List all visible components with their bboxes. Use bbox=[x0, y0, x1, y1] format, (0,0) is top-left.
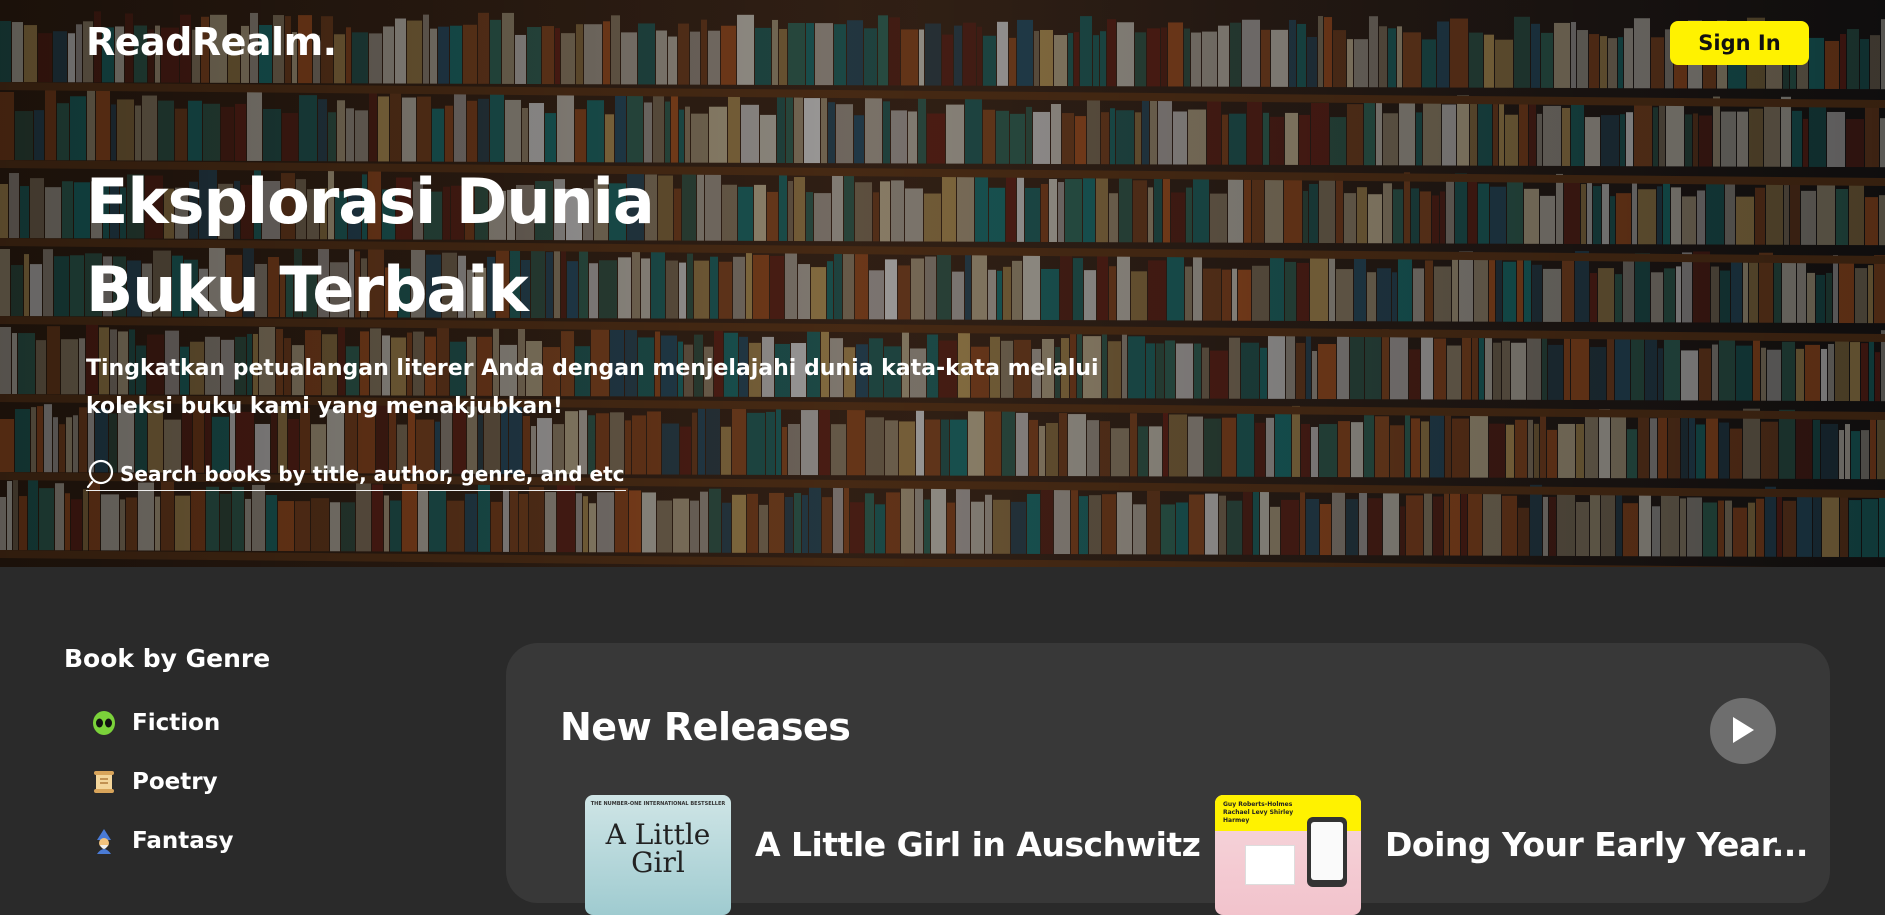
book-title: Doing Your Early Year... bbox=[1385, 825, 1808, 864]
mage-icon bbox=[90, 827, 118, 855]
genre-label: Fiction bbox=[132, 709, 221, 736]
cover-text: THE NUMBER-ONE INTERNATIONAL BESTSELLER bbox=[590, 801, 726, 807]
genre-item-fantasy[interactable]: Fantasy bbox=[64, 811, 444, 870]
genre-item-poetry[interactable]: Poetry bbox=[64, 752, 444, 811]
hero-subtitle: Tingkatkan petualangan literer Anda deng… bbox=[86, 350, 1136, 426]
book-cover: THE NUMBER-ONE INTERNATIONAL BESTSELLER … bbox=[585, 795, 731, 915]
hero-title: Eksplorasi Dunia Buku Terbaik bbox=[86, 158, 786, 334]
book-card[interactable]: THE NUMBER-ONE INTERNATIONAL BESTSELLER … bbox=[585, 795, 1201, 915]
cover-title: A Little Girl bbox=[605, 818, 711, 879]
genre-label: Fantasy bbox=[132, 827, 234, 854]
hero-title-line: Eksplorasi Dunia bbox=[86, 165, 655, 238]
hero-title-line: Buku Terbaik bbox=[86, 253, 529, 326]
cover-text: Guy Roberts-Holmes Rachael Levy Shirley … bbox=[1223, 801, 1294, 824]
genre-item-fiction[interactable]: Fiction bbox=[64, 693, 444, 752]
search-icon[interactable] bbox=[86, 458, 118, 490]
genre-sidebar: Book by Genre Fiction Poetry Fantasy bbox=[64, 644, 444, 870]
search-input[interactable] bbox=[120, 461, 626, 486]
play-button[interactable] bbox=[1710, 698, 1776, 764]
book-title: A Little Girl in Auschwitz bbox=[755, 825, 1201, 864]
book-card[interactable]: Guy Roberts-Holmes Rachael Levy Shirley … bbox=[1215, 795, 1808, 915]
logo[interactable]: ReadRealm. bbox=[86, 20, 337, 64]
search-bar bbox=[86, 457, 626, 491]
hero-subtitle-line: Tingkatkan petualangan literer Anda deng… bbox=[86, 356, 1099, 381]
sign-in-button[interactable]: Sign In bbox=[1670, 21, 1809, 65]
hero-subtitle-line: koleksi buku kami yang menakjubkan! bbox=[86, 394, 563, 419]
section-title: New Releases bbox=[560, 705, 851, 749]
sidebar-title: Book by Genre bbox=[64, 644, 271, 673]
play-icon bbox=[1730, 716, 1756, 747]
genre-label: Poetry bbox=[132, 768, 218, 795]
alien-icon bbox=[90, 709, 118, 737]
book-cover: Guy Roberts-Holmes Rachael Levy Shirley … bbox=[1215, 795, 1361, 915]
hero-section: ReadRealm. Sign In Eksplorasi Dunia Buku… bbox=[0, 0, 1885, 567]
new-releases-panel: New Releases THE NUMBER-ONE INTERNATIONA… bbox=[506, 643, 1830, 915]
scroll-icon bbox=[90, 768, 118, 796]
